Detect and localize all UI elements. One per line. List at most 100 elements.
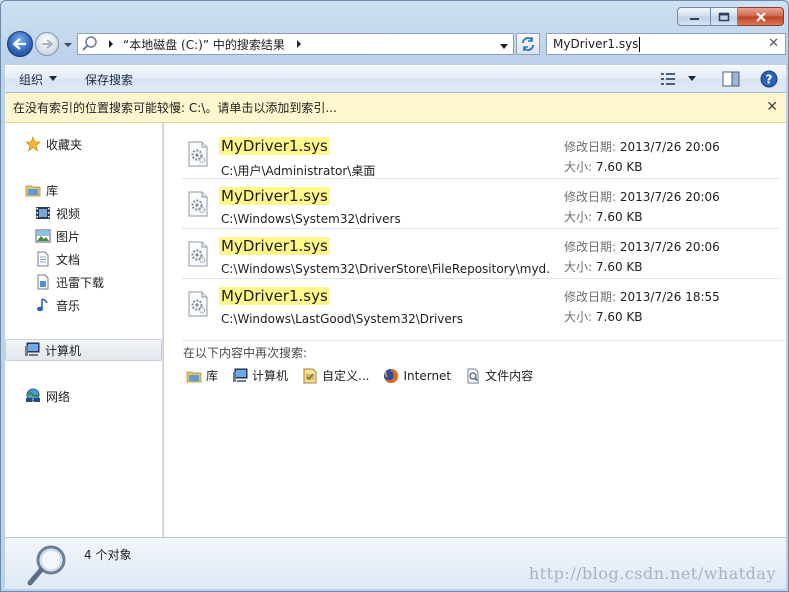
search-result-item[interactable]: MyDriver1.sys C:\Windows\LastGood\System… — [182, 279, 779, 329]
clear-search-icon[interactable]: ✕ — [768, 36, 779, 51]
view-options-chevron-icon[interactable] — [688, 76, 696, 82]
size-value: 7.60 KB — [595, 260, 643, 274]
close-button[interactable] — [738, 7, 784, 26]
result-modified: 修改日期: 2013/7/26 18:55 — [564, 288, 720, 305]
nav-computer[interactable]: 计算机 — [5, 339, 162, 361]
document-icon — [37, 251, 49, 267]
nav-favorites[interactable]: 收藏夹 — [5, 133, 162, 155]
nav-libraries[interactable]: 库 — [5, 179, 162, 201]
picture-icon — [35, 229, 51, 243]
music-note-icon — [37, 298, 48, 312]
result-file-name[interactable]: MyDriver1.sys — [219, 287, 330, 305]
view-controls: ? — [660, 70, 778, 88]
maximize-button[interactable] — [711, 7, 738, 26]
nav-label: 库 — [46, 183, 59, 198]
index-info-bar[interactable]: 在没有索引的位置搜索可能较慢: C:\。请单击以添加到索引... ✕ — [5, 93, 786, 123]
nav-videos[interactable]: 视频 — [5, 202, 162, 224]
network-icon — [26, 388, 40, 402]
computer-icon — [233, 368, 248, 382]
result-size: 大小: 7.60 KB — [564, 258, 643, 275]
close-icon — [755, 11, 766, 22]
modified-value: 2013/7/26 20:06 — [619, 240, 720, 254]
search-result-item[interactable]: MyDriver1.sys C:\用户\Administrator\桌面 修改日… — [182, 129, 779, 179]
system-file-icon — [188, 291, 208, 317]
search-again-computer[interactable]: 计算机 — [232, 367, 288, 384]
nav-label: 计算机 — [45, 343, 82, 358]
minimize-button[interactable] — [677, 7, 711, 26]
maximize-icon — [718, 12, 730, 21]
nav-network[interactable]: 网络 — [5, 385, 162, 407]
result-modified: 修改日期: 2013/7/26 20:06 — [564, 188, 720, 205]
modified-label: 修改日期: — [564, 290, 617, 304]
info-bar-text: 在没有索引的位置搜索可能较慢: C:\。请单击以添加到索引... — [13, 101, 337, 115]
result-modified: 修改日期: 2013/7/26 20:06 — [564, 138, 720, 155]
recent-pages-button[interactable] — [63, 39, 73, 49]
explorer-window: “本地磁盘 (C:)” 中的搜索结果 MyDriver1.sys ✕ 组织 保存… — [0, 0, 789, 592]
svg-text:?: ? — [766, 73, 773, 87]
system-file-icon — [188, 141, 208, 167]
result-file-name[interactable]: MyDriver1.sys — [219, 137, 330, 155]
address-bar[interactable]: “本地磁盘 (C:)” 中的搜索结果 — [77, 33, 514, 55]
caption-buttons — [677, 7, 784, 26]
nav-music[interactable]: 音乐 — [5, 294, 162, 316]
nav-thunder-downloads[interactable]: 迅雷下载 — [5, 271, 162, 293]
modified-label: 修改日期: — [564, 240, 617, 254]
nav-label: 图片 — [56, 229, 81, 244]
search-result-item[interactable]: MyDriver1.sys C:\Windows\System32\driver… — [182, 179, 779, 229]
search-again-internet[interactable]: Internet — [383, 367, 451, 384]
breadcrumb-arrow-icon — [109, 40, 113, 48]
file-search-icon — [467, 368, 479, 383]
organize-button[interactable]: 组织 — [5, 71, 71, 88]
refresh-button[interactable] — [516, 33, 540, 55]
result-file-name[interactable]: MyDriver1.sys — [219, 187, 330, 205]
video-icon — [36, 207, 50, 219]
system-file-icon — [188, 241, 208, 267]
size-label: 大小: — [564, 260, 593, 274]
help-icon[interactable]: ? — [760, 70, 778, 88]
breadcrumb-arrow-icon — [296, 40, 301, 48]
star-icon — [25, 136, 41, 152]
size-value: 7.60 KB — [595, 310, 643, 324]
change-view-icon[interactable] — [660, 71, 676, 87]
address-dropdown-button[interactable] — [499, 40, 509, 54]
size-label: 大小: — [564, 310, 593, 324]
magnifier-icon — [27, 545, 66, 586]
search-again-option-label: Internet — [403, 368, 452, 383]
save-search-button[interactable]: 保存搜索 — [71, 71, 147, 88]
custom-folder-icon — [303, 368, 317, 383]
nav-documents[interactable]: 文档 — [5, 248, 162, 270]
save-search-label: 保存搜索 — [85, 72, 134, 87]
library-icon — [186, 371, 202, 382]
download-folder-icon — [37, 274, 49, 290]
organize-label: 组织 — [19, 72, 44, 87]
result-file-path: C:\Windows\System32\DriverStore\FileRepo… — [221, 262, 551, 276]
search-again-option-label: 库 — [206, 369, 219, 383]
modified-label: 修改日期: — [564, 190, 617, 204]
back-button[interactable] — [7, 31, 33, 57]
search-input[interactable]: MyDriver1.sys ✕ — [546, 33, 786, 55]
result-size: 大小: 7.60 KB — [564, 208, 643, 225]
search-again-label: 在以下内容中再次搜索: — [183, 346, 308, 360]
divider — [182, 340, 786, 341]
close-infobar-icon[interactable]: ✕ — [766, 99, 778, 115]
result-modified: 修改日期: 2013/7/26 20:06 — [564, 238, 720, 255]
search-again-libraries[interactable]: 库 — [186, 367, 218, 384]
forward-button[interactable] — [35, 32, 59, 56]
chevron-down-icon — [500, 44, 508, 49]
search-again-file-contents[interactable]: 文件内容 — [465, 367, 533, 384]
object-count: 4 个对象 — [84, 548, 132, 562]
results-pane: MyDriver1.sys C:\用户\Administrator\桌面 修改日… — [164, 123, 786, 537]
result-file-path: C:\Windows\LastGood\System32\Drivers — [221, 312, 463, 326]
search-location-icon — [82, 36, 97, 51]
result-size: 大小: 7.60 KB — [564, 308, 643, 325]
search-again-option-label: 自定义... — [322, 369, 370, 383]
preview-pane-icon[interactable] — [722, 71, 740, 87]
nav-pictures[interactable]: 图片 — [5, 225, 162, 247]
breadcrumb-search-results[interactable]: “本地磁盘 (C:)” 中的搜索结果 — [115, 36, 285, 53]
search-result-item[interactable]: MyDriver1.sys C:\Windows\System32\Driver… — [182, 229, 779, 279]
result-file-path: C:\Windows\System32\drivers — [221, 212, 401, 226]
command-bar: 组织 保存搜索 ? — [5, 65, 786, 93]
modified-value: 2013/7/26 18:55 — [619, 290, 720, 304]
search-again-custom[interactable]: 自定义... — [302, 367, 369, 384]
result-file-name[interactable]: MyDriver1.sys — [219, 237, 330, 255]
